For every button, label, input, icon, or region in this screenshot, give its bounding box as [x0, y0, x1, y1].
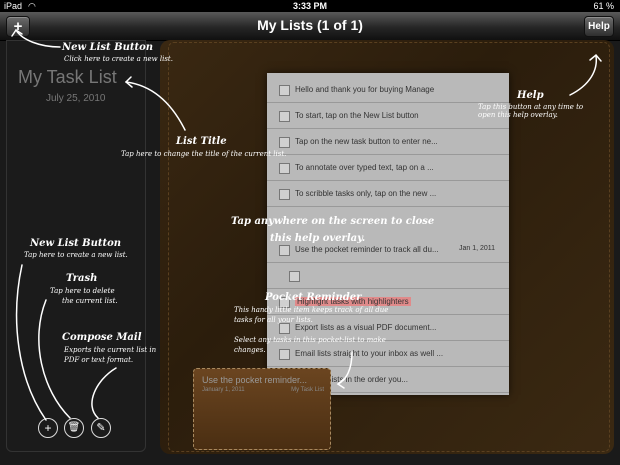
help-arrows [11, 28, 602, 421]
arrow-new-list-bottom [15, 264, 47, 421]
arrow-list-title [125, 81, 186, 131]
arrow-trash [38, 299, 71, 419]
arrow-help [569, 55, 598, 96]
arrow-compose [91, 367, 117, 419]
arrow-pocket [337, 351, 353, 385]
arrowhead-pocket [336, 378, 345, 389]
arrow-new-list-top [15, 29, 61, 48]
